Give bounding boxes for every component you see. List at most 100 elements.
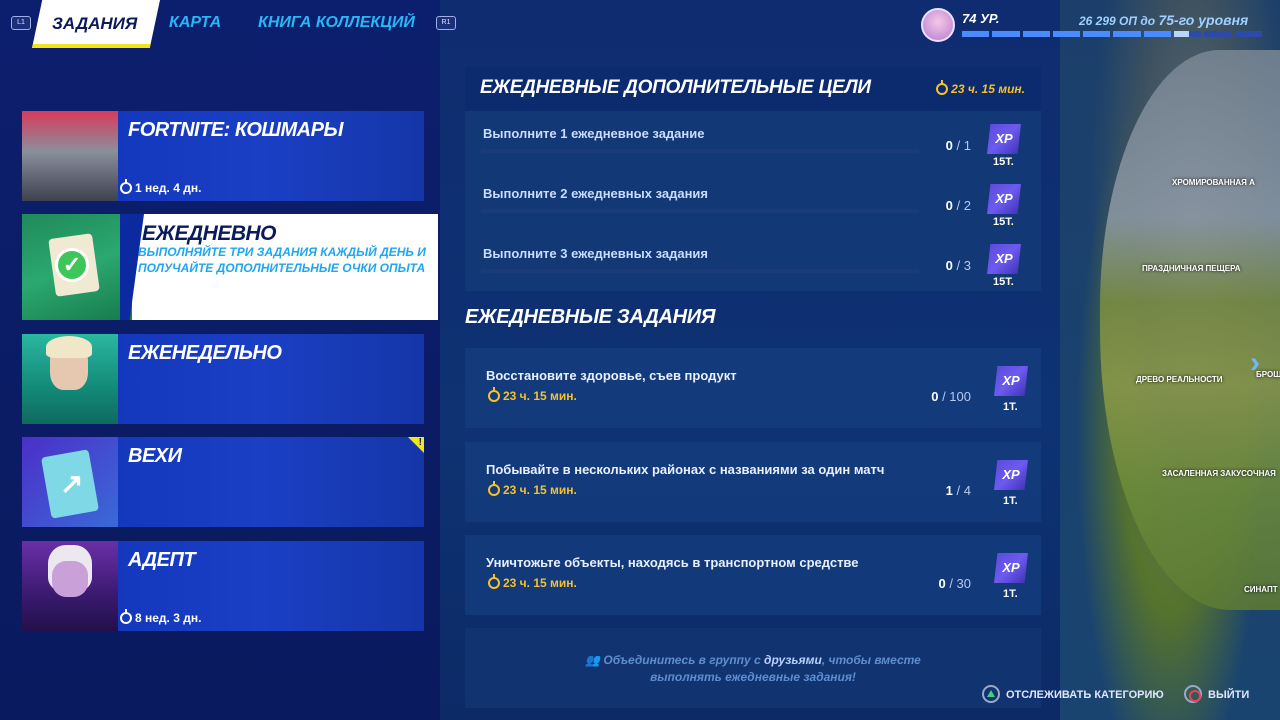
category-title: ВЕХИ <box>128 445 182 467</box>
quest-label: Восстановите здоровье, съев продукт <box>486 368 737 383</box>
category-timer: 1 нед. 4 дн. <box>120 179 201 195</box>
map-label: ЗАСАЛЕННАЯ ЗАКУСОЧНАЯ <box>1162 469 1276 478</box>
friends-icon: 👥 <box>585 653 604 667</box>
stopwatch-icon <box>120 179 132 194</box>
track-category-button[interactable]: ОТСЛЕЖИВАТЬ КАТЕГОРИЮ <box>982 685 1164 703</box>
map-label: ДРЕВО РЕАЛЬНОСТИ <box>1136 375 1223 384</box>
party-text: выполнять ежедневные задания! <box>650 670 856 684</box>
tab-map[interactable]: КАРТА <box>169 14 221 32</box>
tab-label: ЗАДАНИЯ <box>52 14 138 33</box>
chart-arrow-icon: ↗ <box>60 468 84 499</box>
quest-row[interactable]: Уничтожьте объекты, находясь в транспорт… <box>465 535 1041 615</box>
xp-to: до <box>1140 14 1156 28</box>
xp-reward-amount: 1Т. <box>1003 495 1018 507</box>
category-title: ЕЖЕНЕДЕЛЬНО <box>128 342 282 364</box>
goal-progress-bar <box>481 149 919 153</box>
xp-reward-amount: 15Т. <box>993 156 1014 168</box>
category-thumbnail <box>22 334 118 424</box>
xp-progress-bar <box>962 31 1262 37</box>
xp-reward-icon: XP <box>987 184 1021 214</box>
quest-label: Уничтожьте объекты, находясь в транспорт… <box>486 555 859 570</box>
goal-progress-bar <box>481 209 919 213</box>
category-timer: 8 нед. 3 дн. <box>120 609 201 625</box>
goal-label: Выполните 1 ежедневное задание <box>483 126 705 141</box>
alert-badge: ! <box>408 437 424 453</box>
category-title: АДЕПТ <box>128 549 196 571</box>
goal-progress: 0 / 2 <box>945 198 971 213</box>
triangle-button-icon <box>982 685 1000 703</box>
xp-reward-amount: 1Т. <box>1003 588 1018 600</box>
category-adept[interactable]: АДЕПТ 8 нед. 3 дн. <box>22 541 424 631</box>
map-label: ХРОМИРОВАННАЯ А <box>1172 178 1255 187</box>
map-label: ПРАЗДНИЧНАЯ ПЕЩЕРА <box>1142 264 1241 273</box>
party-text: Объединитесь в группу с <box>603 653 761 667</box>
panel-title: ЕЖЕДНЕВНЫЕ ДОПОЛНИТЕЛЬНЫЕ ЦЕЛИ <box>480 77 871 98</box>
stopwatch-icon <box>488 387 500 402</box>
quest-row[interactable]: Побывайте в нескольких районах с названи… <box>465 442 1041 522</box>
goal-label: Выполните 3 ежедневных задания <box>483 246 708 261</box>
l1-button-hint: L1 <box>11 16 31 30</box>
category-nightmares[interactable]: FORTNITE: КОШМАРЫ 1 нед. 4 дн. <box>22 111 424 201</box>
map-label: СИНАПТ <box>1244 585 1278 594</box>
category-weekly[interactable]: ЕЖЕНЕДЕЛЬНО <box>22 334 424 424</box>
avatar[interactable] <box>921 8 955 42</box>
quest-progress: 0 / 30 <box>938 576 971 591</box>
map-island <box>1100 50 1280 610</box>
category-thumbnail <box>22 111 118 201</box>
map-preview: ХРОМИРОВАННАЯ А ПРАЗДНИЧНАЯ ПЕЩЕРА ДРЕВО… <box>1060 0 1280 720</box>
category-title: ЕЖЕДНЕВНО <box>142 222 277 245</box>
xp-reward-icon: XP <box>994 553 1028 583</box>
quest-label: Побывайте в нескольких районах с названи… <box>486 462 885 477</box>
goal-progress: 0 / 1 <box>945 138 971 153</box>
quest-timer: 23 ч. 15 мин. <box>488 387 577 403</box>
category-title: FORTNITE: КОШМАРЫ <box>128 119 343 141</box>
goal-progress: 0 / 3 <box>945 258 971 273</box>
xp-reward-icon: XP <box>987 124 1021 154</box>
goal-progress-bar <box>481 269 919 273</box>
map-next-arrow-icon[interactable]: › <box>1250 346 1260 380</box>
bonus-goal-row[interactable]: Выполните 1 ежедневное задание 0 / 1 XP … <box>465 124 1041 186</box>
xp-target-level: 75-го уровня <box>1158 12 1249 28</box>
party-friends-link[interactable]: друзьями <box>764 653 822 667</box>
category-thumbnail <box>22 541 118 631</box>
stopwatch-icon <box>936 80 949 95</box>
xp-reward-icon: XP <box>994 460 1028 490</box>
quest-timer: 23 ч. 15 мин. <box>488 574 577 590</box>
top-navigation: L1 ЗАДАНИЯ КАРТА КНИГА КОЛЛЕКЦИЙ R1 74 У… <box>0 0 1280 48</box>
bonus-goal-row[interactable]: Выполните 2 ежедневных задания 0 / 2 XP … <box>465 184 1041 246</box>
player-level: 74 УР. <box>962 11 1000 26</box>
xp-progress-text: 26 299 ОП до 75-го уровня <box>1079 12 1248 28</box>
r1-button-hint: R1 <box>436 16 456 30</box>
party-up-prompt[interactable]: 👥 Объединитесь в группу с друзьями, чтоб… <box>465 628 1041 708</box>
section-title: ЕЖЕДНЕВНЫЕ ЗАДАНИЯ <box>465 306 716 328</box>
circle-button-icon <box>1184 685 1202 703</box>
goal-label: Выполните 2 ежедневных задания <box>483 186 708 201</box>
xp-points: 26 299 ОП <box>1079 14 1138 28</box>
party-text: , чтобы вместе <box>821 653 921 667</box>
panel-header: ЕЖЕДНЕВНЫЕ ДОПОЛНИТЕЛЬНЫЕ ЦЕЛИ 23 ч. 15 … <box>465 67 1041 111</box>
category-milestones[interactable]: ↗ ВЕХИ ! <box>22 437 424 527</box>
xp-reward-amount: 1Т. <box>1003 401 1018 413</box>
stopwatch-icon <box>488 481 500 496</box>
bonus-goal-row[interactable]: Выполните 3 ежедневных задания 0 / 3 XP … <box>465 244 1041 306</box>
category-thumbnail: ↗ <box>22 437 118 527</box>
tab-collection-book[interactable]: КНИГА КОЛЛЕКЦИЙ <box>258 14 415 32</box>
tab-quests[interactable]: ЗАДАНИЯ <box>32 0 160 48</box>
xp-reward-amount: 15Т. <box>993 216 1014 228</box>
exit-button[interactable]: ВЫЙТИ <box>1184 685 1249 703</box>
quest-progress: 0 / 100 <box>931 389 971 404</box>
xp-reward-icon: XP <box>994 366 1028 396</box>
stopwatch-icon <box>488 574 500 589</box>
quest-progress: 1 / 4 <box>945 483 971 498</box>
category-thumbnail: ✓ <box>22 214 132 320</box>
quest-row[interactable]: Восстановите здоровье, съев продукт 23 ч… <box>465 348 1041 428</box>
category-daily[interactable]: ✓ ЕЖЕДНЕВНО ВЫПОЛНЯЙТЕ ТРИ ЗАДАНИЯ КАЖДЫ… <box>22 214 438 320</box>
stopwatch-icon <box>120 609 132 624</box>
checkmark-icon: ✓ <box>55 248 89 282</box>
panel-timer: 23 ч. 15 мин. <box>936 80 1025 96</box>
xp-reward-amount: 15Т. <box>993 276 1014 288</box>
daily-bonus-goals-panel: ЕЖЕДНЕВНЫЕ ДОПОЛНИТЕЛЬНЫЕ ЦЕЛИ 23 ч. 15 … <box>465 67 1041 291</box>
quest-timer: 23 ч. 15 мин. <box>488 481 577 497</box>
xp-reward-icon: XP <box>987 244 1021 274</box>
category-description: ВЫПОЛНЯЙТЕ ТРИ ЗАДАНИЯ КАЖДЫЙ ДЕНЬ И ПОЛ… <box>138 245 426 275</box>
